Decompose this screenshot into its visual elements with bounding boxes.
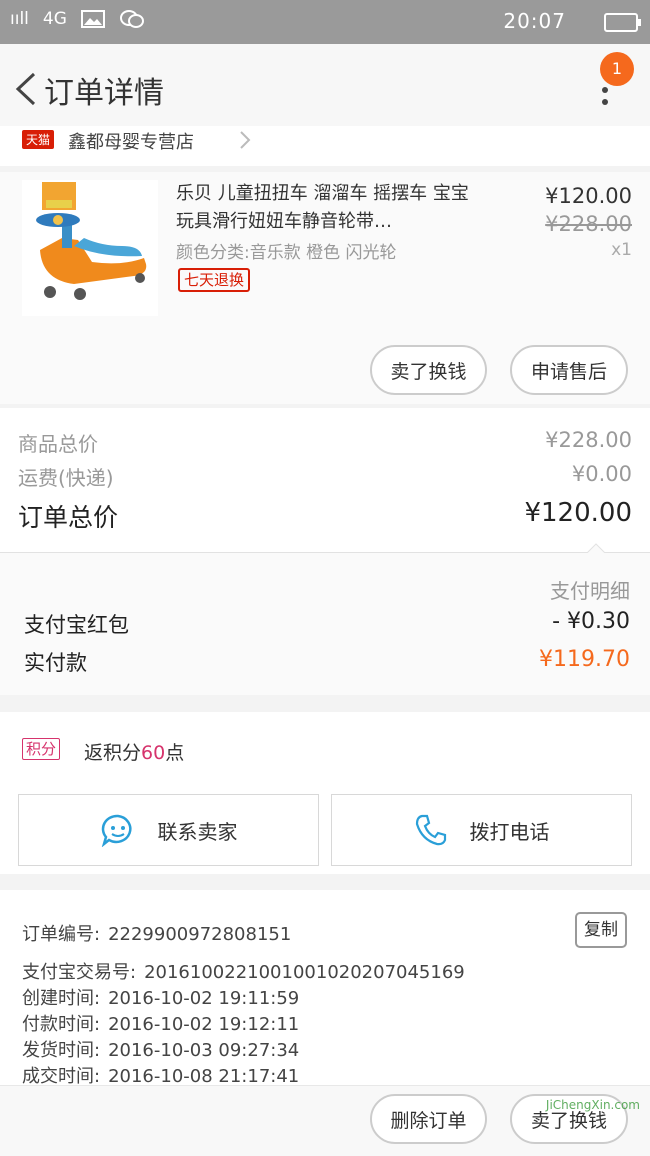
alipay-number-label: 支付宝交易号: xyxy=(22,962,137,983)
paid-amount-row: 实付款 ¥119.70 xyxy=(24,647,630,677)
back-arrow-icon[interactable] xyxy=(10,70,42,108)
battery-icon xyxy=(604,13,641,32)
shipped-time: 2016-10-03 09:27:34 xyxy=(108,1040,300,1061)
bottom-action-bar: 删除订单 卖了换钱 JiChengXin.com xyxy=(0,1085,650,1156)
sell-button[interactable]: 卖了换钱 xyxy=(370,345,487,395)
delete-order-button[interactable]: 删除订单 xyxy=(370,1094,487,1144)
shipping-label: 运费(快递) xyxy=(18,466,114,490)
product-price: ¥120.00 xyxy=(545,184,632,208)
tmall-badge: 天猫 xyxy=(22,130,55,149)
goods-total-value: ¥228.00 xyxy=(545,428,632,452)
phone-icon xyxy=(415,814,446,846)
points-suffix: 点 xyxy=(165,742,185,764)
order-number-line: 订单编号: 2229900972808151 xyxy=(22,920,291,946)
product-original-price: ¥228.00 xyxy=(545,212,632,236)
shipped-time-line: 发货时间: 2016-10-03 09:27:34 xyxy=(22,1036,299,1062)
order-total-row: 订单总价 ¥120.00 xyxy=(18,498,632,534)
points-text: 返积分60点 xyxy=(84,738,184,765)
shop-header[interactable]: 天猫 鑫都母婴专营店 xyxy=(0,126,650,166)
wechat-notification-icon xyxy=(119,10,144,28)
paid-time-line: 付款时间: 2016-10-02 19:12:11 xyxy=(22,1010,299,1036)
points-prefix: 返积分 xyxy=(84,742,142,764)
paid-time-label: 付款时间: xyxy=(22,1014,101,1035)
order-number: 2229900972808151 xyxy=(108,924,292,945)
product-card[interactable]: 乐贝 儿童扭扭车 溜溜车 摇摆车 宝宝玩具滑行妞妞车静音轮带… 颜色分类:音乐款… xyxy=(0,172,650,404)
alipay-number: 2016100221001001020207045169 xyxy=(144,962,465,983)
created-time-line: 创建时间: 2016-10-02 19:11:59 xyxy=(22,984,299,1010)
contact-seller-button[interactable]: 联系卖家 xyxy=(18,794,319,866)
copy-button[interactable]: 复制 xyxy=(575,912,627,948)
goods-total-row: 商品总价 ¥228.00 xyxy=(18,428,632,457)
contact-seller-label: 联系卖家 xyxy=(157,819,238,844)
chat-bubble-icon xyxy=(101,814,132,847)
goods-total-label: 商品总价 xyxy=(18,432,98,456)
clock: 20:07 xyxy=(503,9,566,33)
page-title: 订单详情 xyxy=(44,76,164,111)
completed-time-label: 成交时间: xyxy=(22,1066,101,1087)
created-time: 2016-10-02 19:11:59 xyxy=(108,988,300,1009)
alipay-number-line: 支付宝交易号: 2016100221001001020207045169 xyxy=(22,958,465,984)
completed-time: 2016-10-08 21:17:41 xyxy=(108,1066,300,1087)
notification-badge: 1 xyxy=(600,52,634,86)
status-icons: ııll 4G xyxy=(10,9,145,29)
payment-detail-label: 支付明细 xyxy=(550,579,630,603)
created-time-label: 创建时间: xyxy=(22,988,101,1009)
shop-name: 鑫都母婴专营店 xyxy=(68,132,194,153)
product-quantity: x1 xyxy=(611,240,632,260)
image-notification-icon xyxy=(80,10,105,28)
points-amount: 60 xyxy=(141,742,166,764)
paid-amount-label: 实付款 xyxy=(24,651,87,675)
call-phone-label: 拨打电话 xyxy=(469,819,550,844)
status-bar: ııll 4G 20:07 xyxy=(0,0,650,44)
order-number-label: 订单编号: xyxy=(22,924,101,945)
call-phone-button[interactable]: 拨打电话 xyxy=(331,794,632,866)
points-and-contact: 积分 返积分60点 联系卖家 拨打电话 xyxy=(0,712,650,874)
order-total-value: ¥120.00 xyxy=(524,498,632,528)
product-title[interactable]: 乐贝 儿童扭扭车 溜溜车 摇摆车 宝宝玩具滑行妞妞车静音轮带… xyxy=(176,180,481,236)
network-label: 4G xyxy=(42,9,67,29)
after-sale-button[interactable]: 申请售后 xyxy=(510,345,628,395)
product-image[interactable] xyxy=(22,180,158,316)
nav-bar: 订单详情 1 xyxy=(0,44,650,132)
signal-icon: ııll xyxy=(10,9,29,29)
order-total-label: 订单总价 xyxy=(18,503,119,532)
shipping-value: ¥0.00 xyxy=(571,462,632,486)
caret-up-icon xyxy=(587,543,605,553)
redpacket-row: 支付宝红包 - ¥0.30 xyxy=(24,609,630,639)
paid-amount-value: ¥119.70 xyxy=(539,647,630,672)
points-badge: 积分 xyxy=(22,738,61,760)
price-summary: 商品总价 ¥228.00 运费(快递) ¥0.00 订单总价 ¥120.00 xyxy=(0,408,650,552)
chevron-right-icon xyxy=(240,131,251,149)
seven-day-return-badge: 七天退换 xyxy=(178,268,251,292)
shipping-row: 运费(快递) ¥0.00 xyxy=(18,462,632,491)
paid-time: 2016-10-02 19:12:11 xyxy=(108,1014,300,1035)
watermark: JiChengXin.com xyxy=(545,1098,640,1112)
order-info: 订单编号: 2229900972808151 复制 支付宝交易号: 20161002… xyxy=(0,890,650,1087)
redpacket-label: 支付宝红包 xyxy=(24,613,129,637)
redpacket-value: - ¥0.30 xyxy=(552,609,630,634)
shipped-time-label: 发货时间: xyxy=(22,1040,101,1061)
payment-details: 支付明细 支付宝红包 - ¥0.30 实付款 ¥119.70 xyxy=(0,543,650,695)
product-spec: 颜色分类:音乐款 橙色 闪光轮 xyxy=(176,243,397,263)
